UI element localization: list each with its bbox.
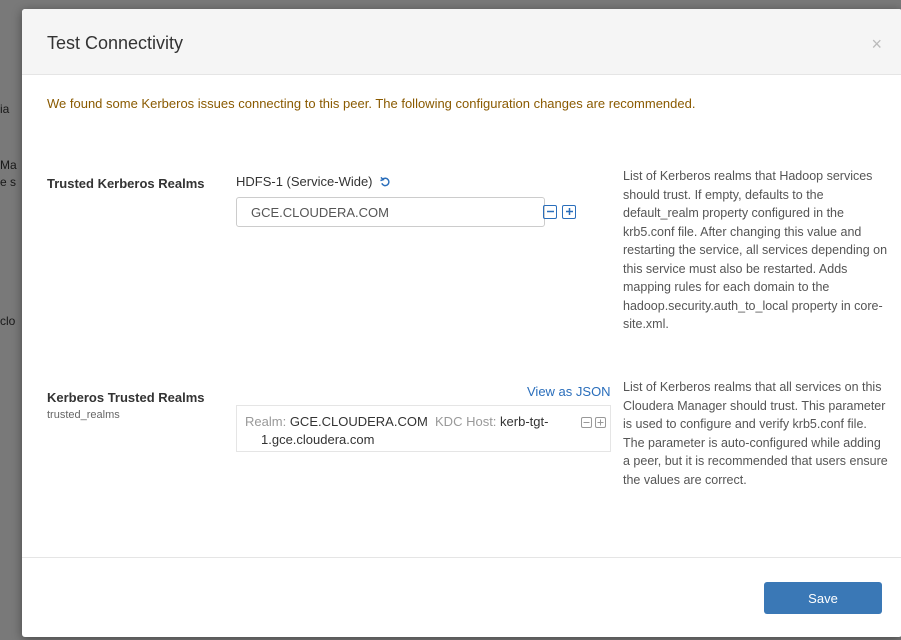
test-connectivity-dialog: Test Connectivity × We found some Kerber… — [22, 9, 901, 637]
add-realm-button[interactable] — [595, 417, 606, 428]
remove-value-button[interactable] — [543, 205, 557, 219]
plus-box-icon — [565, 208, 573, 215]
service-scope-text: HDFS-1 (Service-Wide) — [236, 174, 373, 189]
realm-value: GCE.CLOUDERA.COM — [289, 414, 428, 429]
kerberos-trusted-realms-key: trusted_realms — [47, 409, 120, 421]
kdc-host-value-part2: 1.gce.cloudera.com — [261, 432, 375, 447]
trusted-kerberos-realms-description: List of Kerberos realms that Hadoop serv… — [623, 169, 888, 331]
service-scope-label: HDFS-1 (Service-Wide) — [236, 174, 391, 189]
dialog-footer: Save — [22, 557, 901, 638]
trusted-kerberos-realms-label: Trusted Kerberos Realms — [47, 176, 205, 191]
minus-box-icon — [546, 210, 554, 213]
close-icon[interactable]: × — [871, 35, 882, 53]
realm-entry: Realm: GCE.CLOUDERA.COM KDC Host: kerb-t… — [236, 405, 611, 452]
dialog-header: Test Connectivity × — [22, 9, 901, 75]
kdc-host-value-part1: kerb-tgt- — [500, 414, 549, 429]
realm-key: Realm: — [245, 414, 287, 429]
kerberos-trusted-realms-description: List of Kerberos realms that all service… — [623, 380, 888, 487]
view-as-json-link[interactable]: View as JSON — [527, 384, 611, 399]
save-button[interactable]: Save — [764, 582, 882, 614]
kerberos-warning-message: We found some Kerberos issues connecting… — [47, 96, 696, 111]
trusted-realms-input[interactable] — [236, 197, 545, 227]
realm-entry-text: Realm: GCE.CLOUDERA.COM KDC Host: kerb-t… — [245, 413, 550, 449]
minus-box-icon — [583, 422, 590, 423]
plus-box-icon — [597, 419, 604, 426]
kdc-host-key: KDC Host: — [435, 414, 497, 429]
kerberos-trusted-realms-label: Kerberos Trusted Realms — [47, 390, 205, 405]
dialog-title: Test Connectivity — [47, 33, 184, 53]
undo-icon[interactable] — [377, 174, 392, 189]
remove-realm-button[interactable] — [581, 417, 592, 428]
add-value-button[interactable] — [562, 205, 576, 219]
